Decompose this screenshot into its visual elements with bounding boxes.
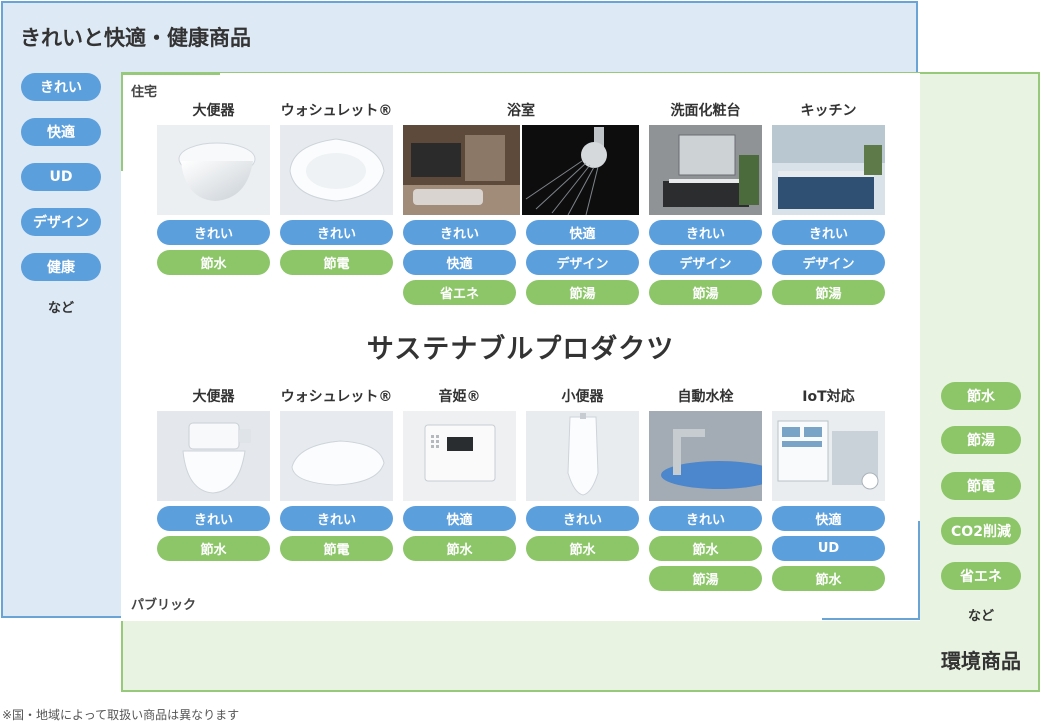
corner-mark <box>121 73 123 171</box>
tag-pill: きれい <box>157 506 270 531</box>
tag-pill: きれい <box>403 220 516 245</box>
tag-pill: 快適 <box>772 506 885 531</box>
tag-pill: きれい <box>280 220 393 245</box>
tag-pill: デザイン <box>526 250 639 275</box>
category-label: 音姫® <box>438 389 481 405</box>
sustainable-products-title: サステナブルプロダクツ <box>366 334 675 365</box>
toilet-image <box>157 125 270 215</box>
tag-pill: 節水 <box>649 536 762 561</box>
etc-label: など <box>47 301 74 316</box>
side-pill: 省エネ <box>941 562 1021 590</box>
residential-label: 住宅 <box>131 85 158 100</box>
tag-pill: 節湯 <box>526 280 639 305</box>
toilet-image <box>157 411 270 501</box>
category-label: 小便器 <box>561 389 604 405</box>
category-label: 浴室 <box>507 103 535 119</box>
shower-image <box>522 125 639 215</box>
urinal-image <box>526 411 639 501</box>
tag-pill: デザイン <box>772 250 885 275</box>
environment-region-title: 環境商品 <box>941 649 1021 673</box>
tag-pill: 節湯 <box>649 280 762 305</box>
category-label: ウォシュレット® <box>280 103 393 119</box>
tag-pill: 節水 <box>772 566 885 591</box>
corner-mark <box>822 618 920 620</box>
public-label: パブリック <box>131 598 197 613</box>
category-label: 洗面化粧台 <box>670 103 741 119</box>
category-label: 大便器 <box>192 103 235 119</box>
category-label: キッチン <box>800 103 857 119</box>
tag-pill: きれい <box>649 220 762 245</box>
washlet-image <box>280 125 393 215</box>
vanity-image <box>649 125 762 215</box>
tag-pill: 省エネ <box>403 280 516 305</box>
auto-faucet-image <box>649 411 762 501</box>
tag-pill: 節水 <box>526 536 639 561</box>
tag-pill: きれい <box>772 220 885 245</box>
footnote: ※国・地域によって取扱い商品は異なります <box>2 708 240 722</box>
tag-pill: 快適 <box>403 250 516 275</box>
iot-image <box>772 411 885 501</box>
kirei-region-title: きれいと快適・健康商品 <box>20 26 251 50</box>
tag-pill: 節水 <box>157 250 270 275</box>
side-pill: デザイン <box>21 208 101 236</box>
tag-pill: 節水 <box>157 536 270 561</box>
side-pill: UD <box>21 163 101 191</box>
category-label: 自動水栓 <box>677 389 734 405</box>
tag-pill: 節湯 <box>772 280 885 305</box>
category-label: ウォシュレット® <box>280 389 393 405</box>
tag-pill: 快適 <box>403 506 516 531</box>
kitchen-image <box>772 125 885 215</box>
side-pill: きれい <box>21 73 101 101</box>
tag-pill: きれい <box>280 506 393 531</box>
tag-pill: きれい <box>649 506 762 531</box>
tag-pill: 節水 <box>403 536 516 561</box>
tag-pill: 節電 <box>280 536 393 561</box>
side-pill: 健康 <box>21 253 101 281</box>
otohime-image <box>403 411 516 501</box>
bathroom-image <box>403 125 520 215</box>
tag-pill: 節湯 <box>649 566 762 591</box>
tag-pill: きれい <box>157 220 270 245</box>
washlet-image <box>280 411 393 501</box>
tag-pill: デザイン <box>649 250 762 275</box>
side-pill: 節湯 <box>941 426 1021 454</box>
etc-label: など <box>967 609 994 624</box>
tag-pill: UD <box>772 536 885 561</box>
side-pill: 節水 <box>941 382 1021 410</box>
corner-mark <box>121 73 220 75</box>
side-pill: 節電 <box>941 472 1021 500</box>
tag-pill: 節電 <box>280 250 393 275</box>
category-label: IoT対応 <box>802 389 855 405</box>
side-pill: CO2削減 <box>941 517 1021 545</box>
category-label: 大便器 <box>192 389 235 405</box>
tag-pill: きれい <box>526 506 639 531</box>
tag-pill: 快適 <box>526 220 639 245</box>
corner-mark <box>918 521 920 620</box>
side-pill: 快適 <box>21 118 101 146</box>
